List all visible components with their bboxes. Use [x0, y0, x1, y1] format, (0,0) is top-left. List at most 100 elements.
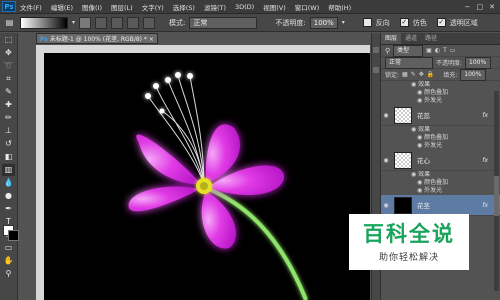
- scrollbar-thumb[interactable]: [494, 176, 499, 216]
- brush-icon[interactable]: ✏: [2, 112, 15, 124]
- fx-icon[interactable]: fx: [482, 157, 488, 164]
- hand-icon[interactable]: ✋: [2, 255, 15, 267]
- document-close-button[interactable]: ×: [149, 36, 154, 43]
- lock-paint-icon[interactable]: ✎: [411, 71, 416, 78]
- gradient-dropdown-icon[interactable]: ▾: [72, 19, 75, 26]
- background-color[interactable]: [8, 230, 19, 241]
- layer-stamen[interactable]: ◉ 花蕊 fx: [381, 105, 500, 126]
- filter-type-icon[interactable]: T: [443, 47, 447, 54]
- document-tab[interactable]: Ps 未标题-1 @ 100% (花茎, RGB/8) * ×: [36, 33, 158, 44]
- menu-edit[interactable]: 编辑(E): [51, 2, 73, 12]
- lock-position-icon[interactable]: ✥: [419, 71, 424, 78]
- history-panel-icon[interactable]: [373, 47, 379, 53]
- eye-icon[interactable]: ◉: [417, 97, 422, 104]
- history-brush-icon[interactable]: ↺: [2, 138, 15, 150]
- effect-outer-glow[interactable]: ◉ 外发光: [381, 187, 500, 195]
- eye-icon[interactable]: ◉: [411, 81, 416, 88]
- layer-center[interactable]: ◉ 花心 fx: [381, 150, 500, 171]
- crop-icon[interactable]: ⌗: [2, 73, 15, 85]
- eraser-icon[interactable]: ◧: [2, 151, 15, 163]
- marquee-icon[interactable]: ⬚: [2, 34, 15, 46]
- fx-icon[interactable]: fx: [482, 112, 488, 119]
- minimize-button[interactable]: −: [465, 3, 471, 11]
- reverse-checkbox[interactable]: [362, 18, 372, 27]
- fill-field[interactable]: 100%: [460, 68, 487, 81]
- angle-gradient-button[interactable]: [111, 16, 124, 29]
- filter-kind-icon[interactable]: ⚲: [385, 47, 390, 55]
- menu-view[interactable]: 视图(V): [263, 2, 286, 12]
- gradient-tool-icon[interactable]: ▤: [3, 17, 16, 29]
- properties-panel-icon[interactable]: [373, 67, 379, 73]
- stamp-icon[interactable]: ⊥: [2, 125, 15, 137]
- tab-channels[interactable]: 通道: [401, 33, 421, 44]
- pen-icon[interactable]: ✒: [2, 203, 15, 215]
- eye-icon[interactable]: ◉: [417, 89, 422, 96]
- menu-filter[interactable]: 滤镜(T): [204, 2, 226, 12]
- eye-icon[interactable]: ◉: [381, 202, 391, 209]
- menu-type[interactable]: 文字(Y): [142, 2, 164, 12]
- shape-icon[interactable]: ▭: [2, 242, 15, 254]
- eye-icon[interactable]: ◉: [417, 134, 422, 141]
- layer-stem[interactable]: ◉ 花茎 fx: [381, 195, 500, 216]
- blur-icon[interactable]: 💧: [2, 177, 15, 189]
- lock-all-icon[interactable]: 🔒: [427, 71, 434, 78]
- eye-icon[interactable]: ◉: [417, 187, 422, 194]
- gradient-picker[interactable]: [20, 16, 68, 29]
- effect-text: 外发光: [424, 142, 443, 149]
- filter-shape-icon[interactable]: ▭: [450, 47, 456, 54]
- reflected-gradient-button[interactable]: [127, 16, 140, 29]
- fx-icon[interactable]: fx: [482, 202, 488, 209]
- menu-image[interactable]: 图像(I): [82, 2, 102, 12]
- effect-color-overlay[interactable]: ◉ 颜色叠加: [381, 134, 500, 142]
- eye-icon[interactable]: ◉: [381, 157, 391, 164]
- filter-adjust-icon[interactable]: ◐: [435, 47, 440, 54]
- blend-mode-select[interactable]: 正常: [385, 56, 433, 69]
- effect-color-overlay[interactable]: ◉ 颜色叠加: [381, 89, 500, 97]
- menu-help[interactable]: 帮助(H): [328, 2, 351, 12]
- mode-select[interactable]: 正常: [189, 16, 258, 29]
- healing-icon[interactable]: ✚: [2, 99, 15, 111]
- close-window-button[interactable]: ✕: [489, 3, 495, 11]
- eye-icon[interactable]: ◉: [381, 112, 391, 119]
- eye-icon[interactable]: ◉: [411, 171, 416, 178]
- dodge-icon[interactable]: ●: [2, 190, 15, 202]
- gradient-icon[interactable]: ▥: [2, 164, 15, 176]
- layer-name[interactable]: 花蕊: [417, 110, 430, 120]
- layers-scrollbar[interactable]: [494, 91, 499, 291]
- layer-name[interactable]: 花茎: [417, 200, 430, 210]
- menu-layer[interactable]: 图层(L): [111, 2, 133, 12]
- move-icon[interactable]: ✥: [2, 47, 15, 59]
- zoom-icon[interactable]: ⚲: [2, 268, 15, 280]
- eye-icon[interactable]: ◉: [417, 179, 422, 186]
- menu-select[interactable]: 选择(S): [173, 2, 195, 12]
- eye-icon[interactable]: ◉: [417, 142, 422, 149]
- color-swatches[interactable]: [3, 225, 19, 241]
- effect-outer-glow[interactable]: ◉ 外发光: [381, 142, 500, 150]
- maximize-button[interactable]: □: [477, 3, 484, 11]
- canvas[interactable]: [44, 53, 370, 300]
- layer-opacity-field[interactable]: 100%: [465, 56, 492, 69]
- menu-file[interactable]: 文件(F): [20, 2, 42, 12]
- opacity-dropdown-icon[interactable]: ▾: [342, 19, 345, 26]
- diamond-gradient-button[interactable]: [143, 16, 156, 29]
- lasso-icon[interactable]: ➰: [2, 60, 15, 72]
- radial-gradient-button[interactable]: [95, 16, 108, 29]
- lock-pixels-icon[interactable]: ▦: [402, 71, 408, 78]
- tab-paths[interactable]: 路径: [421, 33, 441, 44]
- menu-window[interactable]: 窗口(W): [295, 2, 320, 12]
- layer-kind-select[interactable]: 类型: [393, 44, 424, 57]
- linear-gradient-button[interactable]: [79, 16, 92, 29]
- effect-outer-glow[interactable]: ◉ 外发光: [381, 97, 500, 105]
- layer-name[interactable]: 花心: [417, 155, 430, 165]
- filter-pixel-icon[interactable]: ▣: [426, 47, 432, 54]
- eyedropper-icon[interactable]: ✎: [2, 86, 15, 98]
- menu-3d[interactable]: 3D(D): [235, 3, 254, 11]
- document-title: 未标题-1 @ 100% (花茎, RGB/8) *: [49, 36, 147, 43]
- stamen-tip: [159, 108, 165, 114]
- opacity-field[interactable]: 100%: [309, 16, 338, 29]
- transparency-checkbox[interactable]: [436, 18, 446, 27]
- effect-color-overlay[interactable]: ◉ 颜色叠加: [381, 179, 500, 187]
- dither-checkbox[interactable]: [399, 18, 409, 27]
- tab-layers[interactable]: 图层: [381, 33, 402, 44]
- eye-icon[interactable]: ◉: [411, 126, 416, 133]
